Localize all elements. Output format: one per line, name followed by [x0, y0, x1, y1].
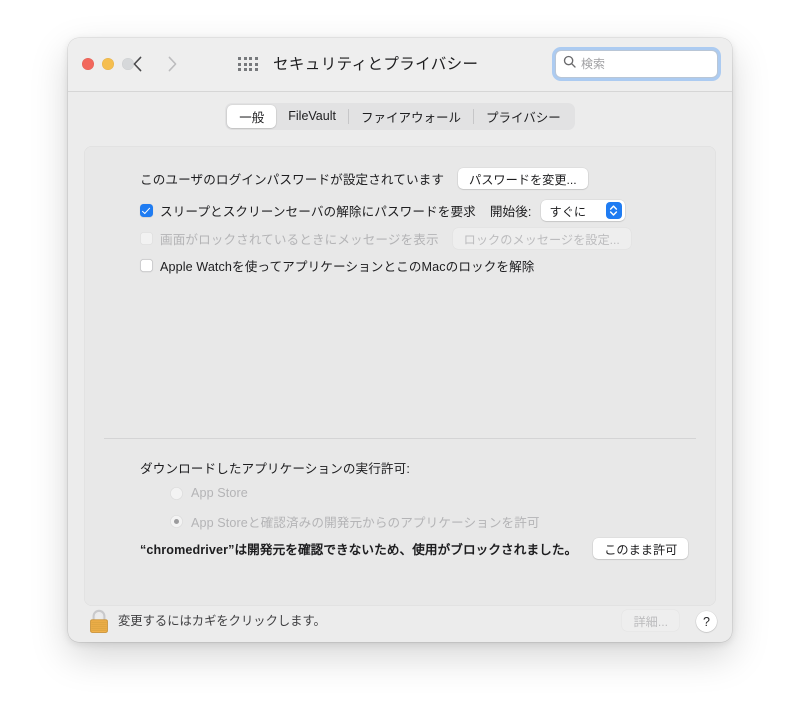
tab-firewall-label: ファイアウォール: [360, 110, 461, 125]
require-password-checkbox[interactable]: [140, 204, 153, 217]
window-titlebar: セキュリティとプライバシー: [68, 38, 732, 92]
close-button[interactable]: [82, 58, 94, 70]
appstore-radio-label: App Store: [191, 486, 248, 500]
delay-popup-button[interactable]: すぐに: [540, 200, 625, 221]
downloads-heading-label: ダウンロードしたアプリケーションの実行許可:: [140, 462, 410, 476]
screenshot-root: セキュリティとプライバシー 一般 FileVault: [0, 0, 800, 717]
tab-firewall[interactable]: ファイアウォール: [349, 105, 473, 128]
appstore-identified-radio: [170, 515, 183, 528]
minimize-button[interactable]: [102, 58, 114, 70]
downloads-option-appstore: App Store: [170, 486, 248, 500]
blocked-app-row: “chromedriver”は開発元を確認できないため、使用がブロックされました…: [140, 538, 689, 559]
lock-icon[interactable]: [86, 607, 112, 635]
set-lock-message-button: ロックのメッセージを設定...: [452, 228, 631, 249]
advanced-button: 詳細...: [622, 610, 679, 631]
search-icon: [563, 55, 576, 73]
tab-privacy-label: プライバシー: [485, 110, 561, 125]
general-pane: このユーザのログインパスワードが設定されています パスワードを変更... スリー…: [84, 146, 716, 606]
allow-anyway-button[interactable]: このまま許可: [593, 538, 689, 559]
tab-bar: 一般 FileVault ファイアウォール プライバシー: [68, 92, 732, 140]
blocked-app-notice: “chromedriver”は開発元を確認できないため、使用がブロックされました…: [140, 543, 578, 557]
password-status-row: このユーザのログインパスワードが設定されています パスワードを変更...: [140, 168, 588, 189]
lock-hint-text: 変更するにはカギをクリックします。: [118, 614, 326, 628]
change-password-button[interactable]: パスワードを変更...: [458, 168, 588, 189]
show-lock-message-row: 画面がロックされているときにメッセージを表示 ロックのメッセージを設定...: [140, 228, 631, 249]
apple-watch-label: Apple Watchを使ってアプリケーションとこのMacのロックを解除: [160, 260, 535, 274]
chevron-up-down-icon: [605, 202, 622, 219]
forward-chevron-icon: [164, 52, 180, 76]
tab-group: 一般 FileVault ファイアウォール プライバシー: [225, 102, 575, 130]
delay-popup-value: すぐに: [549, 204, 587, 219]
apple-watch-checkbox[interactable]: [140, 259, 153, 272]
appstore-identified-radio-label: App Storeと確認済みの開発元からのアプリケーションを許可: [191, 516, 540, 530]
appstore-radio: [170, 486, 183, 500]
traffic-light-group: [82, 58, 134, 70]
delay-label: 開始後:: [489, 205, 532, 219]
page-title: セキュリティとプライバシー: [273, 56, 479, 73]
tab-general-label: 一般: [239, 110, 265, 125]
downloads-option-appstore-identified: App Storeと確認済みの開発元からのアプリケーションを許可: [170, 512, 540, 531]
search-field[interactable]: [555, 50, 718, 78]
tab-filevault[interactable]: FileVault: [276, 105, 348, 128]
require-password-row: スリープとスクリーンセーバの解除にパスワードを要求 開始後: すぐに: [140, 200, 625, 221]
show-lock-message-checkbox: [140, 232, 153, 245]
section-divider: [104, 438, 696, 439]
navigation-arrows: [130, 52, 180, 76]
tab-general[interactable]: 一般: [227, 104, 277, 128]
window-footer: 変更するにはカギをクリックします。 詳細... ?: [68, 606, 732, 642]
tab-privacy[interactable]: プライバシー: [474, 105, 573, 128]
apple-watch-row: Apple Watchを使ってアプリケーションとこのMacのロックを解除: [140, 256, 535, 275]
help-button[interactable]: ?: [696, 611, 717, 632]
back-chevron-icon[interactable]: [130, 52, 146, 76]
downloads-heading-row: ダウンロードしたアプリケーションの実行許可:: [140, 458, 410, 477]
require-password-label: スリープとスクリーンセーバの解除にパスワードを要求: [160, 205, 476, 219]
password-status-label: このユーザのログインパスワードが設定されています: [140, 173, 445, 187]
show-lock-message-label: 画面がロックされているときにメッセージを表示: [160, 233, 439, 247]
system-preferences-window: セキュリティとプライバシー 一般 FileVault: [68, 38, 732, 642]
tab-filevault-label: FileVault: [288, 109, 336, 123]
search-input[interactable]: [581, 57, 710, 71]
show-all-grid-icon[interactable]: [238, 57, 258, 73]
